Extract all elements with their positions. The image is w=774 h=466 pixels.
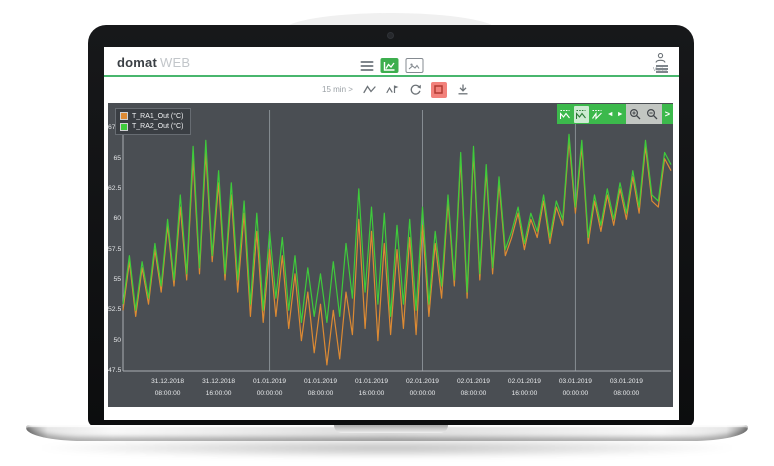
legend-item-ra1[interactable]: T_RA1_Out (°C) xyxy=(120,112,183,120)
y-tick-label: 62.5 xyxy=(108,185,121,192)
y-tick-label: 65 xyxy=(108,155,121,162)
image-view-tab[interactable] xyxy=(405,58,423,73)
screen: domatWEB xyxy=(104,47,679,420)
chart-legend: T_RA1_Out (°C) T_RA2_Out (°C) xyxy=(115,108,191,135)
stop-icon xyxy=(434,85,443,94)
user-icon xyxy=(655,53,666,63)
chart-control-toolbar: 15 min > xyxy=(104,77,679,102)
curve-edit-icon xyxy=(386,84,399,95)
zoom-in-icon xyxy=(629,108,641,120)
zoom-in-button[interactable] xyxy=(628,106,643,123)
brand-name: domat xyxy=(117,55,157,70)
chart-mode-xy-icon xyxy=(576,109,586,120)
legend-item-ra2[interactable]: T_RA2_Out (°C) xyxy=(120,123,183,131)
webcam-icon xyxy=(388,33,393,38)
line-chart-icon xyxy=(383,61,395,71)
signal-curve-button[interactable] xyxy=(363,84,376,95)
y-tick-label: 60 xyxy=(108,215,121,222)
x-tick-label: 03.01.201900:00:00 xyxy=(547,376,603,400)
chart-mode-pan-button[interactable] xyxy=(590,106,605,123)
list-icon xyxy=(656,65,668,67)
chart-panel[interactable]: 67.56562.56057.55552.55047.5 31.12.20180… xyxy=(108,103,673,407)
x-tick-label: 03.01.201908:00:00 xyxy=(598,376,654,400)
zoom-out-button[interactable] xyxy=(645,106,660,123)
app-header: domatWEB xyxy=(104,47,679,76)
y-tick-label: 55 xyxy=(108,276,121,283)
chart-mode-zoom-xy-button[interactable] xyxy=(574,106,589,123)
x-tick-label: 02.01.201916:00:00 xyxy=(496,376,552,400)
interval-selector[interactable]: 15 min > xyxy=(322,85,353,94)
legend-swatch-green xyxy=(120,123,128,131)
zoom-segment xyxy=(626,104,662,124)
download-button[interactable] xyxy=(457,84,469,95)
laptop-notch xyxy=(334,425,448,433)
y-tick-label: 57.5 xyxy=(108,246,121,253)
legend-swatch-orange xyxy=(120,112,128,120)
pan-left-button[interactable]: ◄ xyxy=(606,106,615,123)
legend-label: T_RA1_Out (°C) xyxy=(132,113,183,120)
hamburger-icon xyxy=(360,61,373,63)
series-line xyxy=(123,140,671,365)
menu-button[interactable] xyxy=(360,61,373,71)
brand-suffix: WEB xyxy=(160,55,190,70)
chart-zoom-toolbar: ◄ ► xyxy=(557,104,673,124)
chart-mode-pan-icon xyxy=(592,109,602,120)
curve-edit-button[interactable] xyxy=(386,84,399,95)
x-tick-label: 02.01.201908:00:00 xyxy=(445,376,501,400)
chart-mode-zoom-x-button[interactable] xyxy=(558,106,573,123)
plot-area xyxy=(108,103,673,407)
x-tick-label: 31.12.201816:00:00 xyxy=(191,376,247,400)
image-icon xyxy=(409,62,420,70)
series-line xyxy=(123,134,671,322)
signal-curve-icon xyxy=(363,84,376,95)
y-tick-label: 50 xyxy=(108,337,121,344)
pan-right-button[interactable]: ► xyxy=(616,106,625,123)
stop-button[interactable] xyxy=(431,82,447,98)
refresh-icon xyxy=(409,84,421,96)
x-tick-label: 31.12.201808:00:00 xyxy=(140,376,196,400)
zoom-out-icon xyxy=(646,108,658,120)
legend-label: T_RA2_Out (°C) xyxy=(132,123,183,130)
laptop-shadow xyxy=(30,438,744,458)
x-tick-label: 02.01.201900:00:00 xyxy=(394,376,450,400)
toolbar-expand-button[interactable]: > xyxy=(663,109,672,119)
chart-mode-x-icon xyxy=(560,109,570,120)
view-toggle-group xyxy=(360,58,423,73)
x-tick-label: 01.01.201900:00:00 xyxy=(242,376,298,400)
y-tick-label: 52.5 xyxy=(108,306,121,313)
chart-view-tab[interactable] xyxy=(380,58,398,73)
x-tick-label: 01.01.201916:00:00 xyxy=(344,376,400,400)
y-tick-label: 47.5 xyxy=(108,367,121,374)
toolbar-group: 15 min > xyxy=(322,77,469,102)
refresh-button[interactable] xyxy=(409,84,421,96)
download-icon xyxy=(457,84,469,95)
brand-logo: domatWEB xyxy=(117,55,190,70)
x-tick-label: 01.01.201908:00:00 xyxy=(293,376,349,400)
